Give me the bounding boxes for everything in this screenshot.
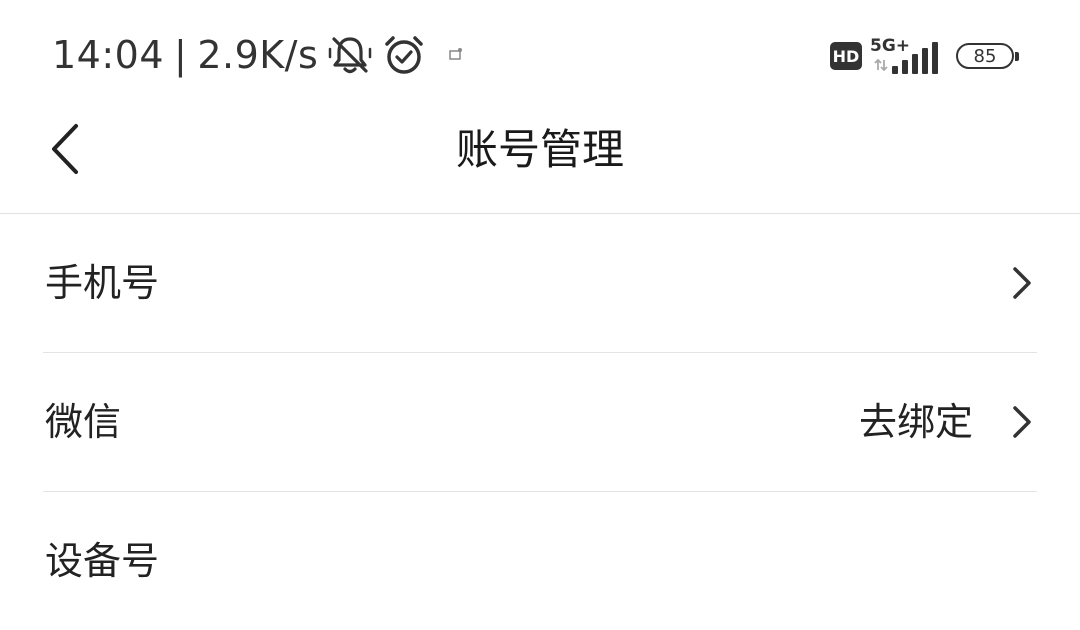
hd-badge: HD [830, 42, 862, 70]
signal-bars-icon [892, 42, 938, 74]
device-number-row[interactable]: 设备号 [43, 492, 1037, 630]
device-number-label: 设备号 [45, 539, 160, 583]
page-title: 账号管理 [455, 125, 624, 174]
wechat-label: 微信 [45, 400, 122, 444]
status-left: 14:04 | 2.9K/s [52, 30, 464, 80]
phone-number-label: 手机号 [45, 261, 160, 305]
status-time: 14:04 [52, 33, 165, 77]
notification-dot-icon [448, 47, 464, 63]
wechat-row[interactable]: 微信 去绑定 [43, 353, 1037, 492]
network-indicator: 5G+ [870, 36, 940, 76]
data-arrows-icon [874, 58, 888, 72]
wechat-bind-action[interactable]: 去绑定 [859, 397, 973, 447]
status-right: HD 5G+ 85 [830, 34, 1019, 78]
status-net-speed: 2.9K/s [197, 33, 319, 77]
alarm-clock-icon [382, 33, 426, 77]
bell-muted-icon [328, 33, 372, 77]
status-separator: | [174, 33, 188, 77]
nav-bar: 账号管理 [0, 110, 1080, 214]
phone-number-row[interactable]: 手机号 [43, 214, 1037, 353]
account-settings-list: 手机号 微信 去绑定 设备号 [0, 214, 1080, 630]
chevron-right-icon [1007, 266, 1037, 300]
battery-level: 85 [973, 45, 997, 67]
chevron-right-icon [1007, 405, 1037, 439]
status-bar: 14:04 | 2.9K/s HD 5G+ 85 [0, 0, 1080, 110]
battery-icon: 85 [956, 43, 1019, 69]
